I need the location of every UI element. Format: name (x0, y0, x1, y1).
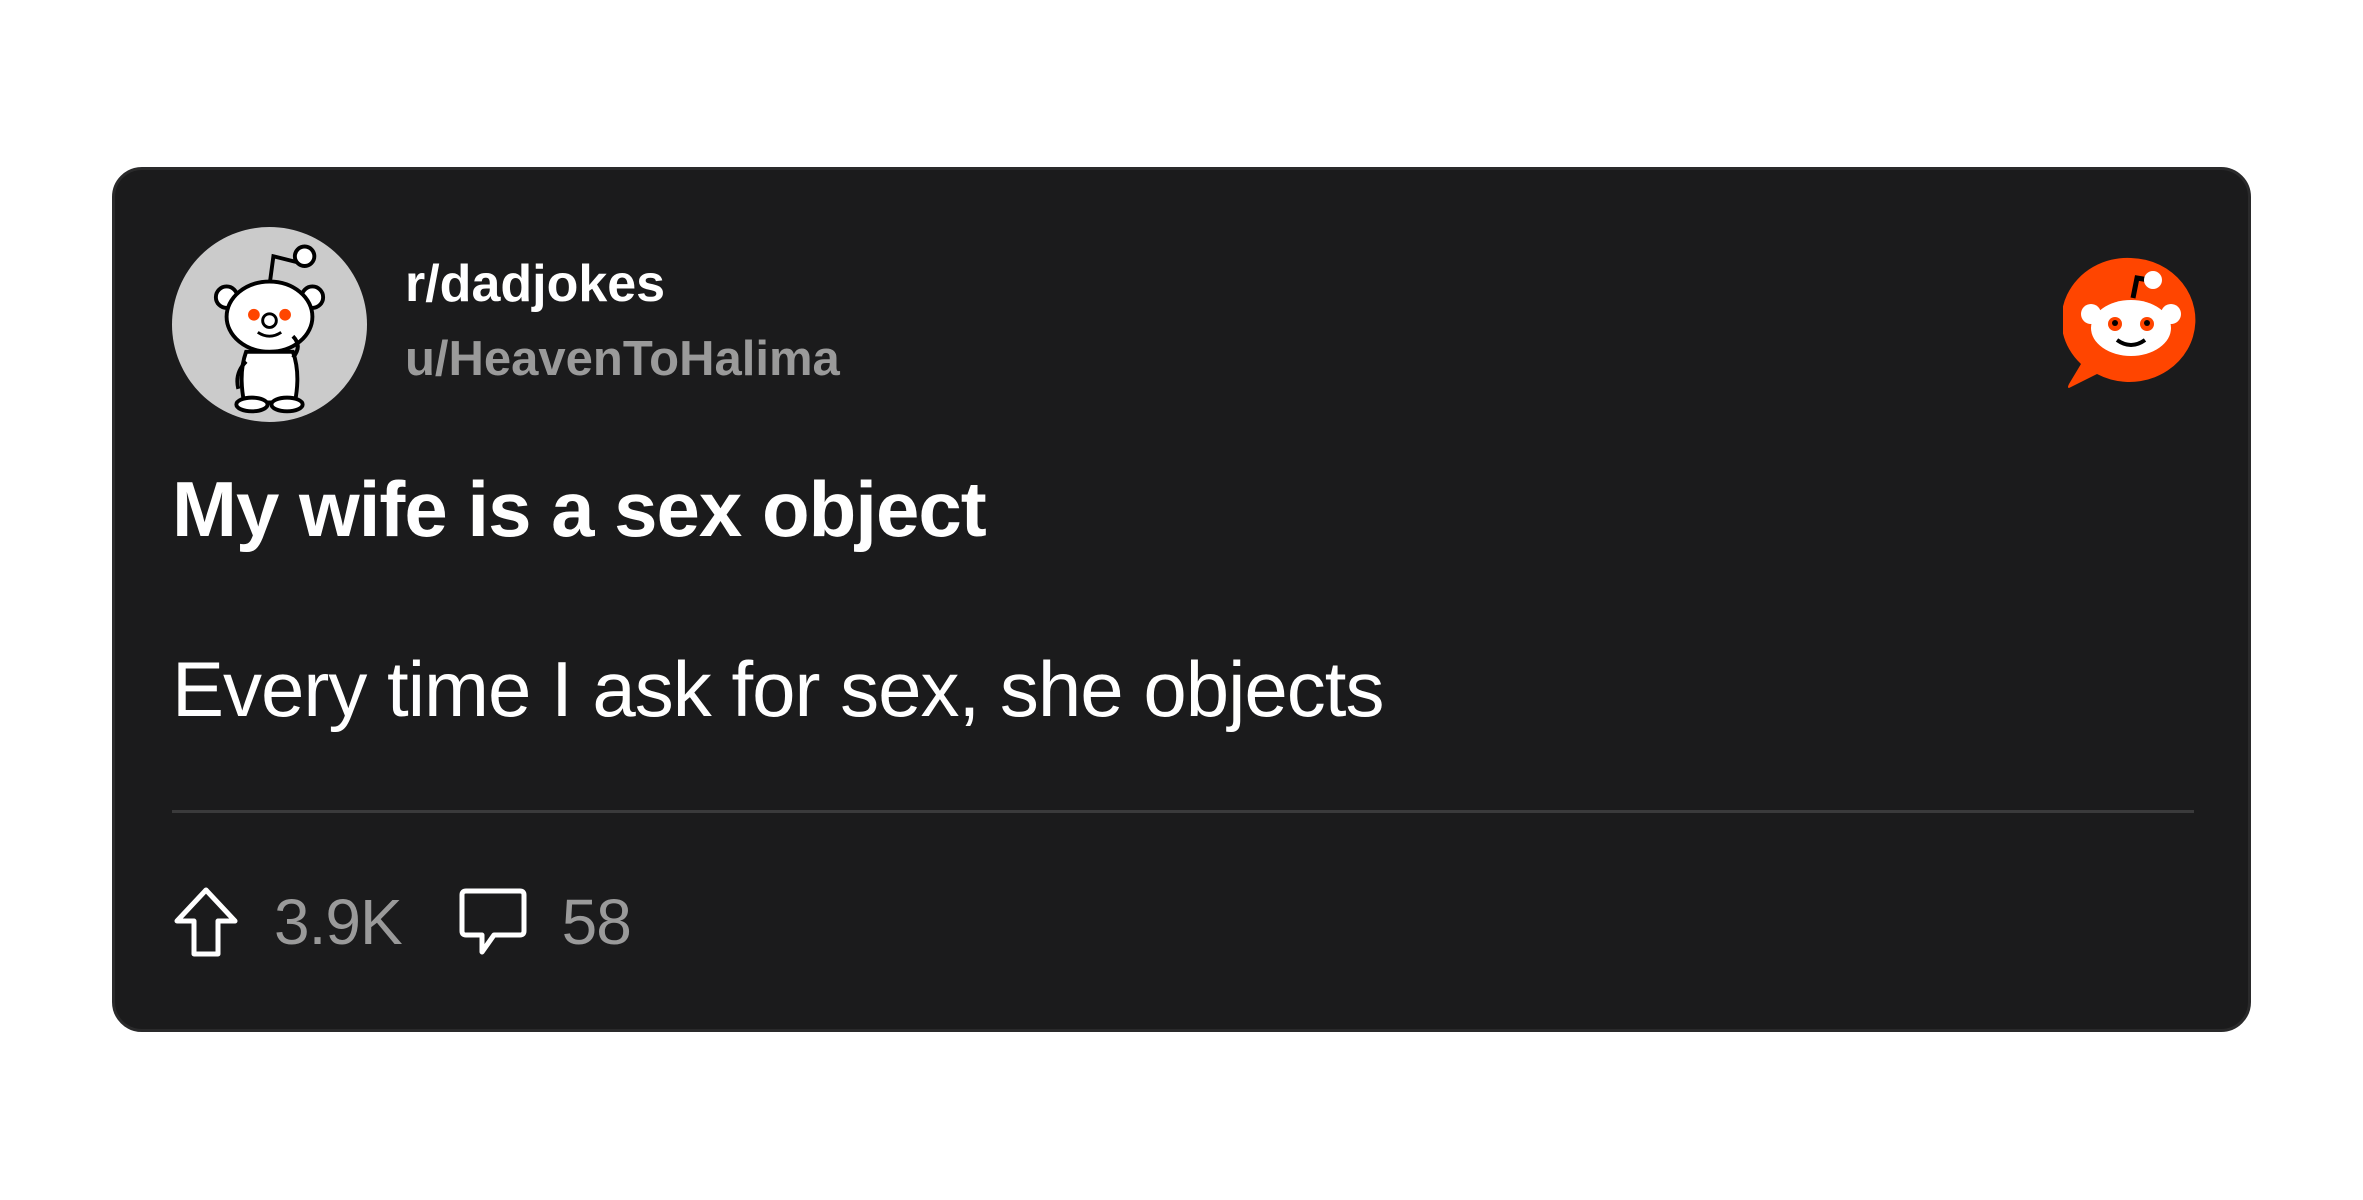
reddit-logo-icon (2063, 256, 2199, 390)
snoo-avatar-icon[interactable] (172, 227, 367, 422)
post-stats: 3.9K 58 (172, 882, 632, 962)
comment-count: 58 (561, 886, 632, 958)
post-card[interactable]: r/dadjokes u/HeavenToHalima My wife is a… (112, 167, 2251, 1032)
post-title[interactable]: My wife is a sex object (172, 470, 987, 548)
upvote-arrow-icon[interactable] (172, 885, 240, 959)
upvote-count: 3.9K (274, 886, 403, 958)
divider (172, 810, 2194, 813)
post-body: Every time I ask for sex, she objects (172, 645, 1384, 733)
subreddit-name[interactable]: r/dadjokes (405, 258, 665, 310)
author-username[interactable]: u/HeavenToHalima (405, 335, 840, 384)
comment-bubble-icon[interactable] (458, 886, 528, 958)
